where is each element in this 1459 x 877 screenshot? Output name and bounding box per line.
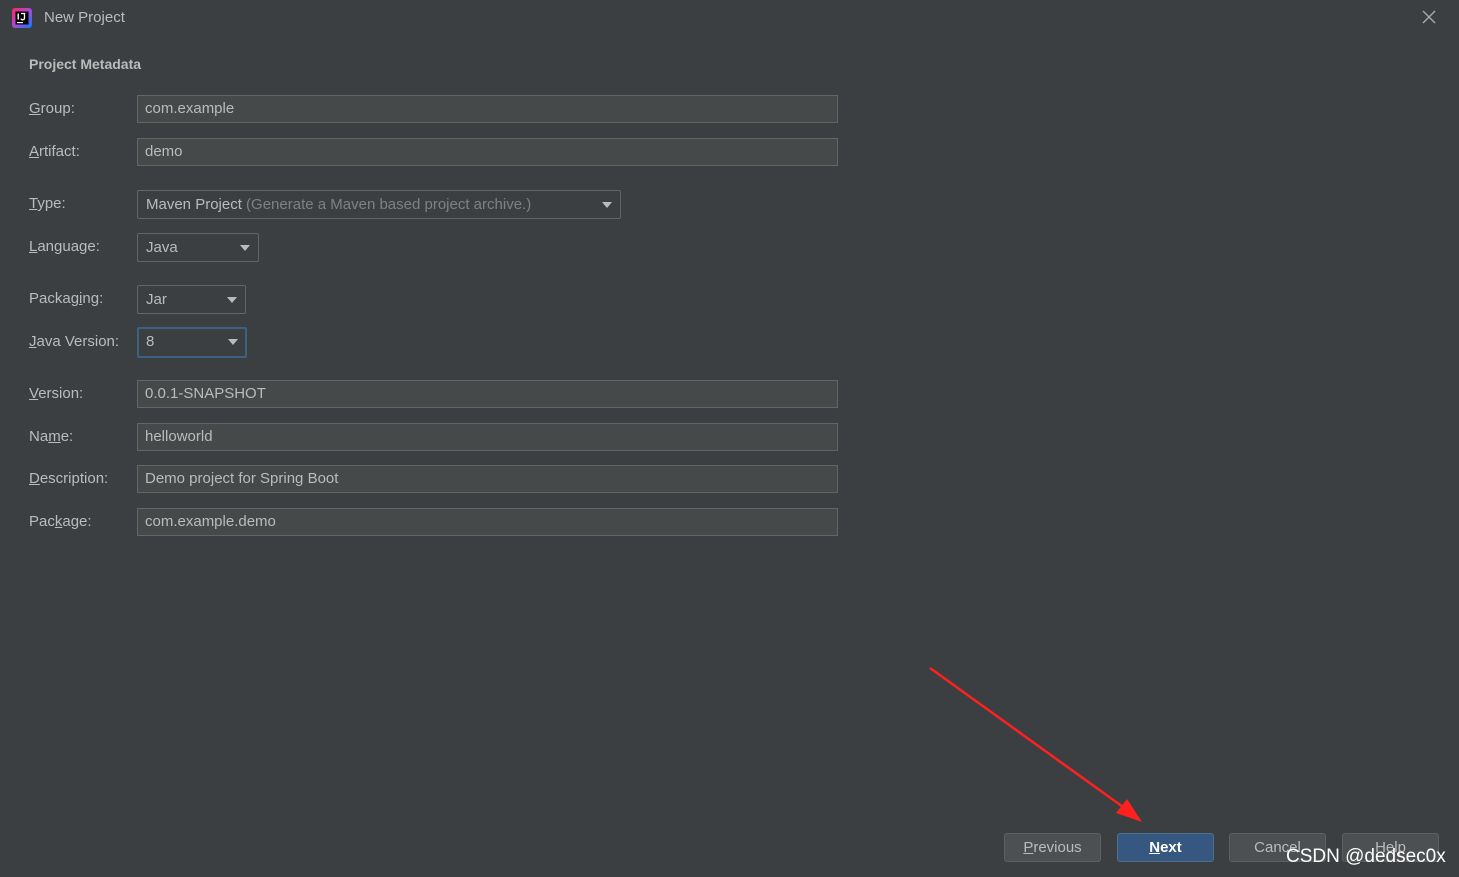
version-label: Version: (29, 385, 84, 402)
section-title: Project Metadata (29, 56, 142, 72)
type-hint: (Generate a Maven based project archive.… (246, 196, 532, 213)
close-icon[interactable] (1421, 9, 1437, 25)
java-version-label: Java Version: (29, 333, 120, 350)
chevron-down-icon (228, 339, 238, 345)
java-version-value: 8 (146, 333, 155, 350)
type-value: Maven Project (146, 196, 242, 213)
package-label: Package: (29, 513, 92, 530)
name-label: Name: (29, 428, 74, 445)
watermark: CSDN @dedsec0x (1286, 846, 1446, 867)
language-value: Java (146, 239, 178, 256)
group-field[interactable]: com.example (137, 95, 838, 123)
group-label: Group: (29, 100, 75, 117)
chevron-down-icon (227, 297, 237, 303)
new-project-dialog: New Project Project Metadata Group: com.… (0, 0, 1459, 877)
chevron-down-icon (602, 202, 612, 208)
packaging-dropdown[interactable]: Jar (137, 285, 246, 314)
title-bar: New Project (0, 0, 1459, 36)
version-field[interactable]: 0.0.1-SNAPSHOT (137, 380, 838, 408)
language-label: Language: (29, 238, 100, 255)
packaging-value: Jar (146, 291, 167, 308)
previous-button[interactable]: Previous (1004, 833, 1101, 862)
window-title: New Project (44, 9, 125, 26)
chevron-down-icon (240, 245, 250, 251)
type-label: Type: (29, 195, 66, 212)
package-field[interactable]: com.example.demo (137, 508, 838, 536)
description-field[interactable]: Demo project for Spring Boot (137, 465, 838, 493)
next-button[interactable]: Next (1117, 833, 1214, 862)
artifact-label: Artifact: (29, 143, 80, 160)
intellij-idea-icon (12, 8, 32, 28)
java-version-dropdown[interactable]: 8 (137, 327, 247, 358)
artifact-field[interactable]: demo (137, 138, 838, 166)
packaging-label: Packaging: (29, 290, 104, 307)
type-dropdown[interactable]: Maven Project (Generate a Maven based pr… (137, 190, 621, 219)
language-dropdown[interactable]: Java (137, 233, 259, 262)
name-field[interactable]: helloworld (137, 423, 838, 451)
description-label: Description: (29, 470, 109, 487)
